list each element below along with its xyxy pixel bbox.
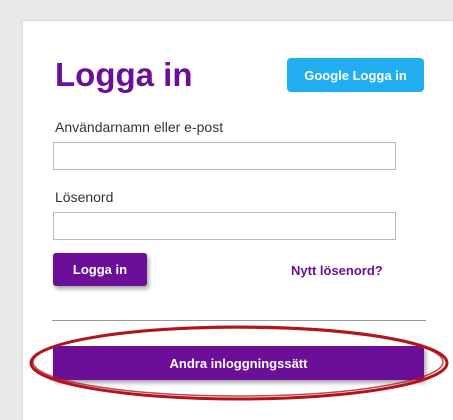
password-field[interactable] xyxy=(53,212,396,240)
page-title: Logga in xyxy=(55,56,193,93)
username-label: Användarnamn eller e-post xyxy=(55,119,224,135)
password-label: Lösenord xyxy=(55,189,114,205)
other-login-methods-button[interactable]: Andra inloggningssätt xyxy=(53,346,424,380)
username-field[interactable] xyxy=(53,142,396,170)
google-login-button[interactable]: Google Logga in xyxy=(287,58,424,92)
forgot-password-link[interactable]: Nytt lösenord? xyxy=(291,263,383,278)
login-button[interactable]: Logga in xyxy=(53,253,147,286)
divider xyxy=(52,320,426,321)
